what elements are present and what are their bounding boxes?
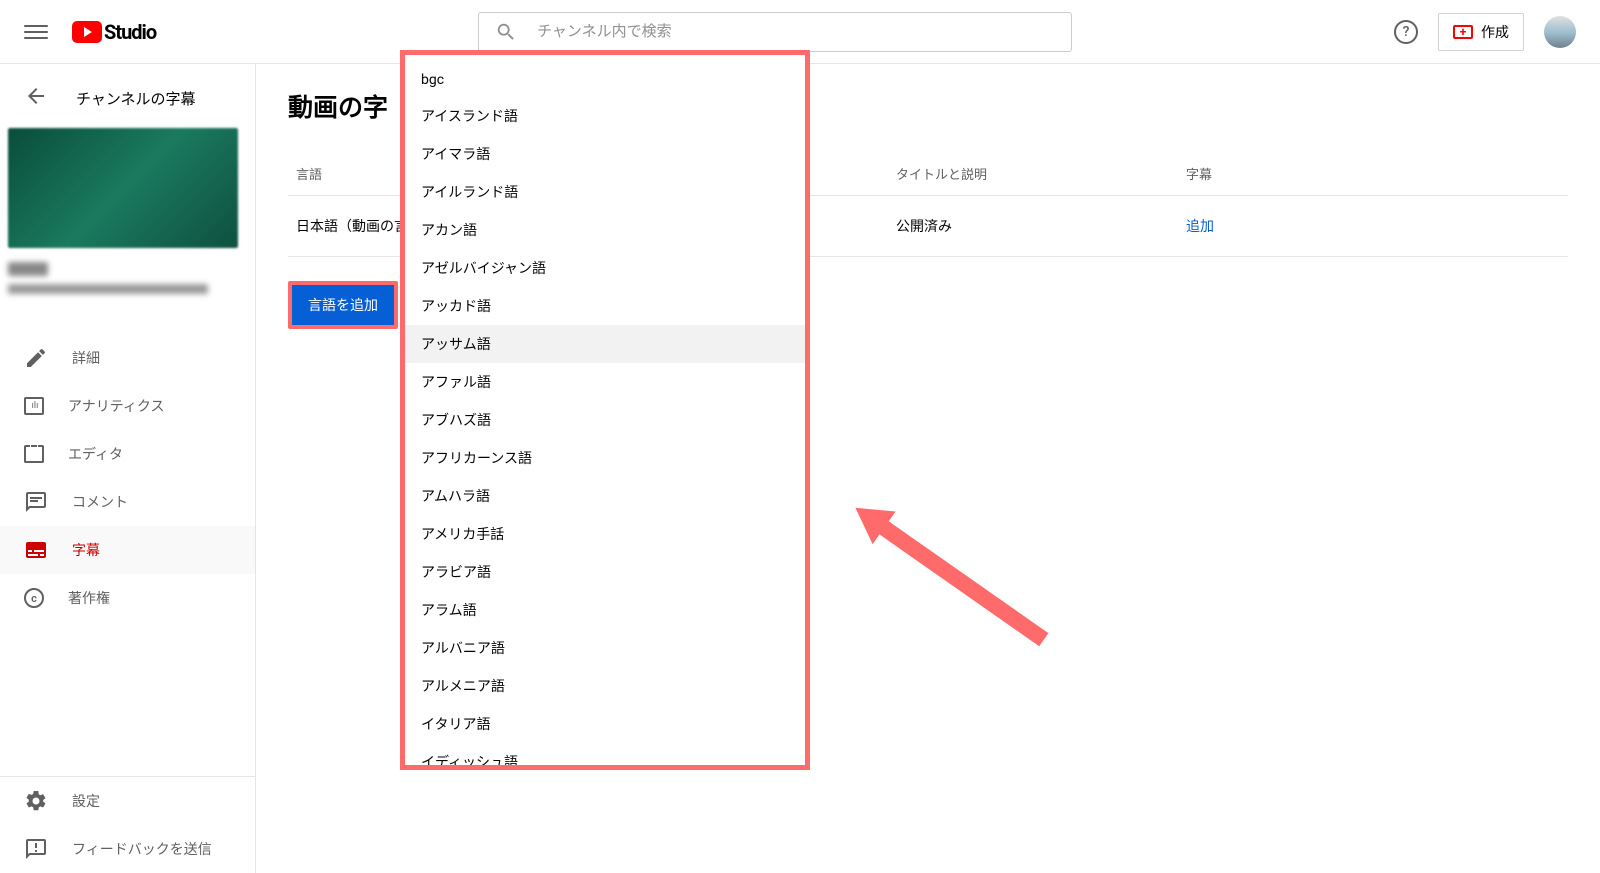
back-title: チャンネルの字幕 — [76, 88, 196, 109]
language-option[interactable]: アッカド語 — [405, 287, 805, 325]
search-box[interactable] — [478, 12, 1072, 52]
nav-feedback[interactable]: フィードバックを送信 — [0, 825, 255, 873]
language-option[interactable]: アラム語 — [405, 591, 805, 629]
sidebar-nav: 詳細 ılı アナリティクス エディタ コメント 字幕 c 著作権 — [0, 334, 255, 776]
add-language-button[interactable]: 言語を追加 — [288, 281, 398, 329]
row-title-status: 公開済み — [896, 216, 1186, 236]
language-option[interactable]: アフリカーンス語 — [405, 439, 805, 477]
language-dropdown: bgcアイスランド語アイマラ語アイルランド語アカン語アゼルバイジャン語アッカド語… — [400, 50, 810, 770]
nav-details[interactable]: 詳細 — [0, 334, 255, 382]
annotation-arrow — [850, 495, 1100, 699]
comment-icon — [24, 490, 48, 514]
col-title-desc: タイトルと説明 — [896, 164, 1186, 183]
back-row: チャンネルの字幕 — [0, 64, 255, 124]
nav-subtitles[interactable]: 字幕 — [0, 526, 255, 574]
nav-item-label: 詳細 — [72, 348, 100, 368]
language-option[interactable]: アイマラ語 — [405, 135, 805, 173]
help-button[interactable]: ? — [1394, 20, 1418, 44]
nav-comments[interactable]: コメント — [0, 478, 255, 526]
create-button[interactable]: 作成 — [1438, 13, 1524, 51]
nav-item-label: エディタ — [68, 444, 123, 464]
language-option[interactable]: アカン語 — [405, 211, 805, 249]
nav-item-label: 著作権 — [68, 588, 110, 608]
video-meta — [0, 252, 255, 304]
language-option[interactable]: アラビア語 — [405, 553, 805, 591]
language-option[interactable]: アイルランド語 — [405, 173, 805, 211]
create-icon — [1453, 25, 1473, 39]
language-option[interactable]: アルバニア語 — [405, 629, 805, 667]
nav-settings[interactable]: 設定 — [0, 777, 255, 825]
copyright-icon: c — [24, 588, 44, 608]
col-subtitle: 字幕 — [1186, 164, 1560, 183]
pencil-icon — [24, 346, 48, 370]
feedback-icon — [24, 837, 48, 861]
nav-item-label: 字幕 — [72, 540, 100, 560]
language-option[interactable]: イタリア語 — [405, 705, 805, 743]
search-icon — [495, 21, 517, 43]
sidebar: チャンネルの字幕 詳細 ılı アナリティクス エディタ コメント 字幕 c 著… — [0, 64, 256, 873]
language-option[interactable]: アイスランド語 — [405, 97, 805, 135]
gear-icon — [24, 789, 48, 813]
language-option[interactable]: アッサム語 — [405, 325, 805, 363]
language-option[interactable]: bgc — [405, 63, 805, 97]
nav-analytics[interactable]: ılı アナリティクス — [0, 382, 255, 430]
studio-logo[interactable]: Studio — [72, 20, 156, 44]
language-option[interactable]: イディッシュ語 — [405, 743, 805, 765]
language-list[interactable]: bgcアイスランド語アイマラ語アイルランド語アカン語アゼルバイジャン語アッカド語… — [405, 55, 805, 765]
analytics-icon: ılı — [24, 397, 44, 415]
language-option[interactable]: アブハズ語 — [405, 401, 805, 439]
subtitle-icon — [24, 538, 48, 562]
nav-editor[interactable]: エディタ — [0, 430, 255, 478]
create-label: 作成 — [1481, 22, 1509, 42]
nav-item-label: アナリティクス — [68, 396, 164, 416]
editor-icon — [24, 445, 44, 463]
logo-text: Studio — [104, 20, 156, 44]
language-option[interactable]: アルメニア語 — [405, 667, 805, 705]
nav-item-label: フィードバックを送信 — [72, 839, 212, 859]
video-thumbnail[interactable] — [8, 128, 247, 248]
menu-button[interactable] — [24, 20, 48, 44]
nav-item-label: コメント — [72, 492, 128, 512]
language-option[interactable]: アメリカ手話 — [405, 515, 805, 553]
add-subtitle-link[interactable]: 追加 — [1186, 216, 1560, 236]
back-button[interactable] — [24, 84, 48, 112]
search-wrap — [156, 12, 1394, 52]
nav-copyright[interactable]: c 著作権 — [0, 574, 255, 622]
sidebar-bottom: 設定 フィードバックを送信 — [0, 776, 255, 873]
language-option[interactable]: アムハラ語 — [405, 477, 805, 515]
nav-item-label: 設定 — [72, 791, 100, 811]
language-option[interactable]: アゼルバイジャン語 — [405, 249, 805, 287]
language-option[interactable]: アファル語 — [405, 363, 805, 401]
youtube-icon — [72, 21, 102, 43]
search-input[interactable] — [537, 23, 1055, 40]
avatar[interactable] — [1544, 16, 1576, 48]
header-actions: ? 作成 — [1394, 13, 1576, 51]
arrow-left-icon — [24, 84, 48, 108]
